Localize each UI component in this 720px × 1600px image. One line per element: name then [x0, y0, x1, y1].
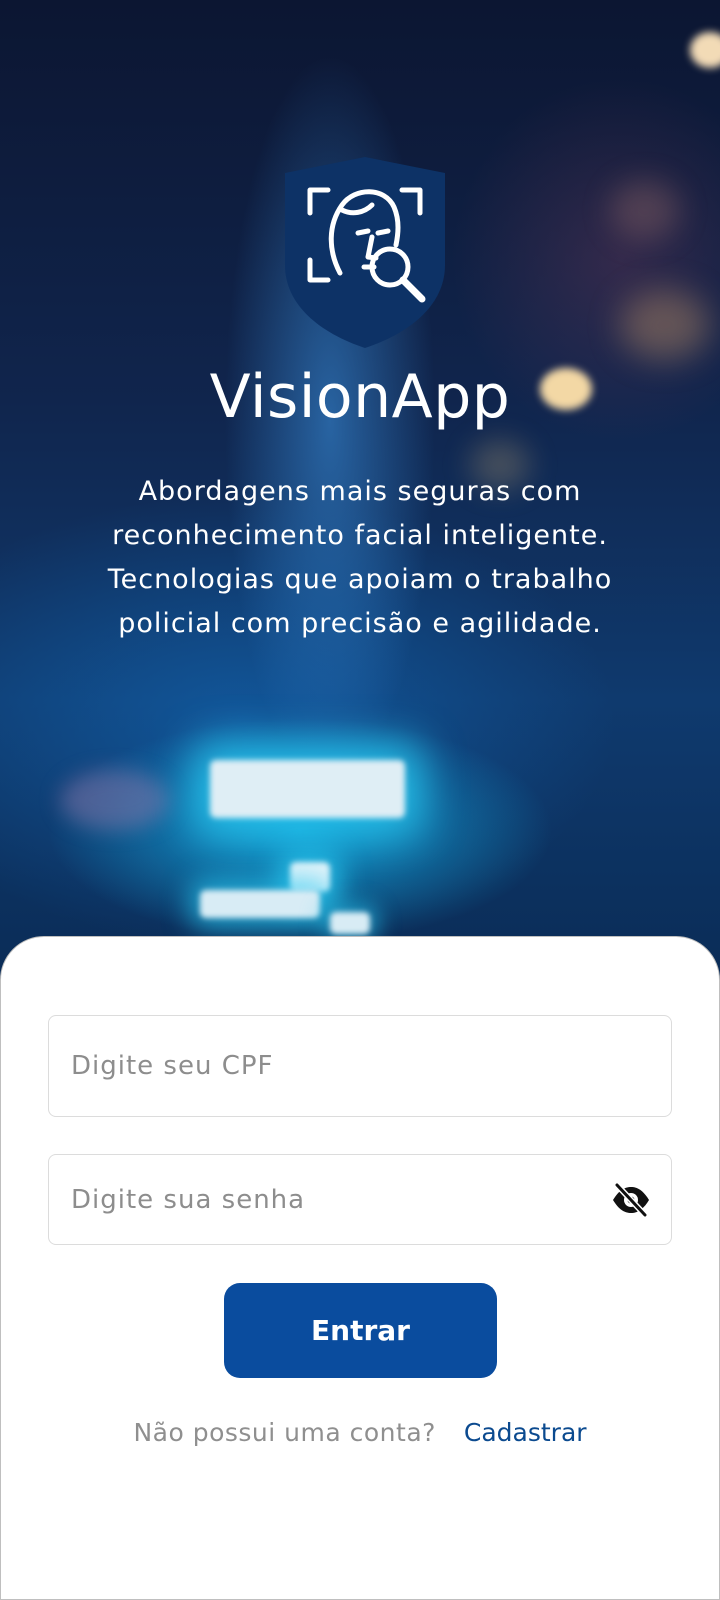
login-button[interactable]: Entrar	[224, 1283, 497, 1378]
eye-off-icon[interactable]	[611, 1180, 651, 1220]
bokeh-light	[610, 180, 680, 240]
tagline-line: Tecnologias que apoiam o trabalho	[107, 564, 613, 595]
signup-prompt: Não possui uma conta? Cadastrar	[0, 1418, 720, 1447]
tagline-line: policial com precisão e agilidade.	[118, 608, 602, 639]
cpf-placeholder: Digite seu CPF	[71, 1051, 274, 1081]
siren-light	[210, 760, 405, 818]
password-placeholder: Digite sua senha	[71, 1184, 306, 1215]
tagline-line: reconhecimento facial inteligente.	[112, 520, 608, 551]
siren-light	[330, 912, 370, 934]
bokeh-light	[690, 32, 720, 68]
siren-light	[290, 862, 330, 892]
signup-question: Não possui uma conta?	[133, 1418, 436, 1447]
siren-light	[200, 890, 320, 918]
signup-link[interactable]: Cadastrar	[464, 1418, 587, 1447]
bokeh-light	[60, 770, 170, 830]
cpf-input[interactable]: Digite seu CPF	[48, 1015, 672, 1117]
shield-face-scan-icon	[285, 157, 445, 348]
tagline-line: Abordagens mais seguras com	[138, 476, 582, 507]
app-title: VisionApp	[209, 362, 511, 432]
password-input[interactable]: Digite sua senha	[48, 1154, 672, 1245]
bokeh-light	[620, 290, 710, 360]
app-tagline: Abordagens mais seguras com reconhecimen…	[60, 470, 660, 646]
